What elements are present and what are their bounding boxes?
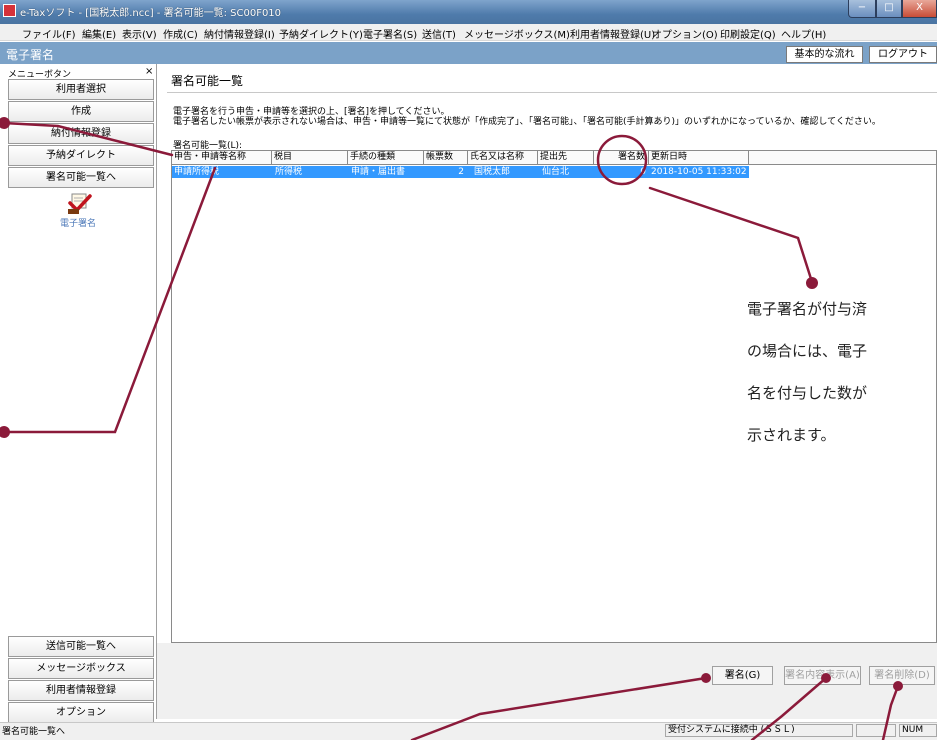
menu-options[interactable]: オプション(O) (652, 26, 718, 41)
column-header-taxpayer[interactable]: 氏名又は名称 (468, 151, 538, 165)
delete-signature-button[interactable]: 署名削除(D) (869, 666, 935, 685)
callout-text-line-2: の場合には、電子 (747, 342, 868, 360)
menu-view[interactable]: 表示(V) (122, 26, 157, 41)
message-box-button[interactable]: メッセージボックス (8, 658, 154, 679)
column-header-filler (749, 151, 936, 165)
column-header-name[interactable]: 申告・申請等名称 (172, 151, 272, 165)
sendable-list-button[interactable]: 送信可能一覧へ (8, 636, 154, 657)
view-signature-button[interactable]: 署名内容表示(A) (784, 666, 861, 685)
signable-list-button[interactable]: 署名可能一覧へ (8, 167, 154, 188)
maximize-button[interactable]: □ (876, 0, 902, 18)
column-header-office[interactable]: 提出先 (538, 151, 594, 165)
menu-signature[interactable]: 電子署名(S) (363, 26, 417, 41)
direct-payment-button[interactable]: 予納ダイレクト (8, 145, 154, 166)
close-button[interactable]: X (902, 0, 937, 18)
menu-bar: ファイル(F) 編集(E) 表示(V) 作成(C) 納付情報登録(I) 予納ダイ… (0, 24, 937, 41)
num-lock-indicator: NUM (899, 724, 937, 737)
menu-create[interactable]: 作成(C) (163, 26, 198, 41)
menu-send[interactable]: 送信(T) (422, 26, 456, 41)
menu-help[interactable]: ヘルプ(H) (781, 26, 826, 41)
column-header-signatures[interactable]: 署名数 (594, 151, 649, 165)
menu-print[interactable]: 印刷設定(Q) (720, 26, 776, 41)
screen-header: 電子署名 基本的な流れ ログアウト (0, 42, 937, 64)
status-text: 署名可能一覧へ (2, 727, 66, 737)
menu-direct[interactable]: 予納ダイレクト(Y) (279, 26, 363, 41)
column-header-forms[interactable]: 帳票数 (424, 151, 468, 165)
close-icon[interactable]: × (145, 66, 153, 77)
callout-text-line-1: 電子署名が付与済 (747, 300, 868, 318)
sign-button[interactable]: 署名(G) (712, 666, 773, 685)
cell-tax: 所得税 (275, 167, 303, 177)
menu-edit[interactable]: 編集(E) (82, 26, 116, 41)
menu-file[interactable]: ファイル(F) (22, 26, 76, 41)
payment-info-button[interactable]: 納付情報登録 (8, 123, 154, 144)
cell-office: 仙台北 (542, 167, 570, 177)
options-button[interactable]: オプション (8, 702, 154, 723)
create-button[interactable]: 作成 (8, 101, 154, 122)
user-info-button[interactable]: 利用者情報登録 (8, 680, 154, 701)
callout-text-line-3: 名を付与した数が (747, 384, 868, 402)
status-cell-blank (856, 724, 896, 737)
title-divider (167, 92, 937, 93)
cell-signatures: 0 (640, 167, 646, 177)
column-header-procedure[interactable]: 手続の種類 (348, 151, 424, 165)
column-header-tax[interactable]: 税目 (272, 151, 348, 165)
window-title-bar: e-Taxソフト - [国税太郎.ncc] - 署名可能一覧: SC00F010… (0, 0, 937, 24)
cell-forms: 2 (458, 167, 464, 177)
app-icon (3, 4, 16, 17)
connection-status: 受付システムに接続中 (ＳＳＬ) (665, 724, 853, 737)
cell-procedure: 申請・届出書 (351, 167, 406, 177)
signature-icon-label: 電子署名 (60, 219, 97, 229)
cell-name: 申請所得税 (174, 167, 220, 177)
minimize-button[interactable]: − (848, 0, 876, 18)
window-title: e-Taxソフト - [国税太郎.ncc] - 署名可能一覧: SC00F010 (20, 8, 282, 19)
menu-payment[interactable]: 納付情報登録(I) (204, 26, 275, 41)
cell-updated: 2018-10-05 11:33:02 (651, 167, 747, 177)
cell-taxpayer: 国税太郎 (474, 167, 511, 177)
logout-button[interactable]: ログアウト (869, 46, 937, 63)
user-select-button[interactable]: 利用者選択 (8, 79, 154, 100)
screen-title: 電子署名 (6, 48, 55, 62)
column-header-updated[interactable]: 更新日時 (649, 151, 749, 165)
callout-text-line-4: 示されます。 (747, 426, 836, 444)
table-row[interactable]: 申請所得税 所得税 申請・届出書 2 国税太郎 仙台北 0 2018-10-05… (172, 166, 749, 178)
basic-flow-button[interactable]: 基本的な流れ (786, 46, 863, 63)
page-title: 署名可能一覧 (171, 74, 244, 88)
signature-stamp-icon[interactable] (66, 193, 94, 215)
menu-messagebox[interactable]: メッセージボックス(M) (464, 26, 570, 41)
instruction-text-2: 電子署名したい帳票が表示されない場合は、申告・申請等一覧にて状態が「作成完了」、… (173, 117, 881, 127)
menu-userinfo[interactable]: 利用者情報登録(U) (570, 26, 655, 41)
